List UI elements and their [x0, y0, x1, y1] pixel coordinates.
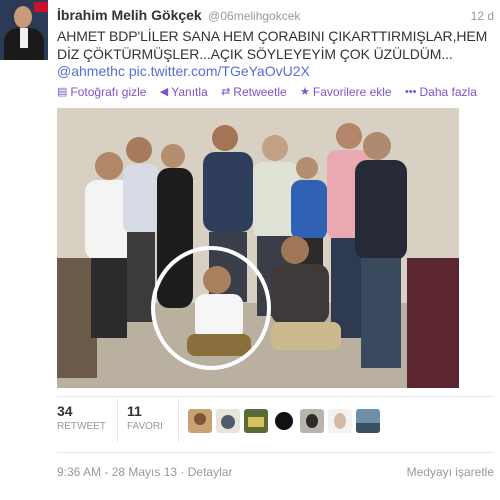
favorites-label: FAVORI [127, 421, 163, 432]
retweets-stat[interactable]: 34 RETWEET [57, 403, 106, 432]
retweet-button[interactable]: ⇄ Retweetle [221, 85, 287, 99]
retweet-icon: ⇄ [221, 86, 231, 98]
tweet-actions: ▤ Fotoğrafı gizle ◀ Yanıtla ⇄ Retweetle … [57, 84, 487, 100]
author-name[interactable]: İbrahim Melih Gökçek [57, 7, 202, 23]
engager-avatar[interactable] [328, 409, 352, 433]
tweet-links: @ahmethc pic.twitter.com/TGeYaOvU2X [57, 63, 310, 79]
media-link[interactable]: pic.twitter.com/TGeYaOvU2X [129, 63, 310, 79]
engager-avatars [188, 409, 380, 433]
footer-separator: · [180, 465, 185, 479]
mention-link[interactable]: @ahmethc [57, 63, 125, 79]
engager-avatar[interactable] [272, 409, 296, 433]
reply-arrow-icon: ◀ [159, 86, 169, 98]
author-handle[interactable]: @06melihgokcek [208, 9, 300, 23]
engager-avatar[interactable] [244, 409, 268, 433]
engager-avatar[interactable] [216, 409, 240, 433]
tweet-header: İbrahim Melih Gökçek @06melihgokcek 12 d [57, 7, 494, 25]
favorite-button[interactable]: ★ Favorilere ekle [300, 85, 392, 99]
more-button[interactable]: ••• Daha fazla [405, 85, 477, 99]
avatar-head [14, 6, 32, 28]
stats-separator-2 [178, 398, 179, 442]
engager-avatar[interactable] [300, 409, 324, 433]
tweet-time[interactable]: 12 d [471, 9, 494, 23]
tweet-footer: 9:36 AM - 28 Mayıs 13 · Detaylar [57, 465, 232, 479]
group-photo-illustration [57, 108, 459, 388]
retweet-label: Retweetle [233, 84, 287, 99]
divider-top [57, 396, 494, 397]
reply-label: Yanıtla [171, 84, 208, 99]
tweet-photo[interactable] [57, 108, 459, 388]
more-label: Daha fazla [419, 85, 477, 99]
author-avatar[interactable] [0, 0, 48, 60]
hide-photo-label: Fotoğrafı gizle [70, 84, 147, 99]
tweet-text: AHMET BDP'LİLER SANA HEM ÇORABINI ÇIKART… [57, 28, 488, 62]
avatar-shirt [20, 28, 28, 48]
star-icon: ★ [300, 86, 310, 98]
engager-avatar[interactable] [356, 409, 380, 433]
hide-photo-button[interactable]: ▤ Fotoğrafı gizle [57, 85, 146, 99]
stats-separator-1 [117, 398, 118, 442]
retweets-count: 34 [57, 403, 73, 419]
reply-button[interactable]: ◀ Yanıtla [160, 85, 208, 99]
tweet-timestamp[interactable]: 9:36 AM - 28 Mayıs 13 [57, 465, 177, 479]
favorite-label: Favorilere ekle [312, 84, 392, 99]
favorites-stat[interactable]: 11 FAVORI [127, 403, 163, 432]
flag-shape [34, 2, 48, 12]
engager-avatar[interactable] [188, 409, 212, 433]
ellipsis-icon: ••• [404, 86, 417, 98]
details-link[interactable]: Detaylar [188, 465, 233, 479]
favorites-count: 11 [127, 403, 142, 419]
divider-bottom [57, 452, 494, 453]
flag-media-link[interactable]: Medyayı işaretle [407, 465, 494, 479]
photo-icon: ▤ [57, 86, 68, 98]
person-8 [355, 132, 407, 368]
retweets-label: RETWEET [57, 421, 106, 432]
